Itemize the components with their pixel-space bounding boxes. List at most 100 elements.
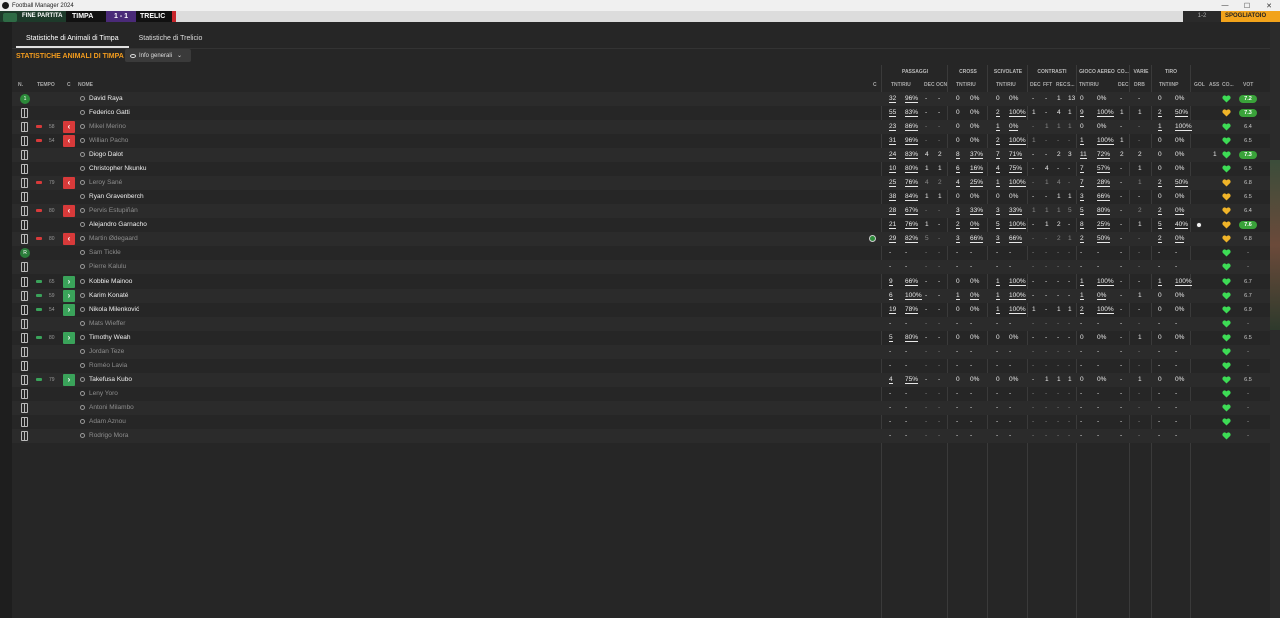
player-name[interactable]: Roméo Lavia — [89, 362, 127, 369]
table-row[interactable]: Rodrigo Mora - - - - - - - - - - - - - - - - - - - — [12, 428, 1270, 443]
player-info-icon[interactable] — [80, 390, 85, 396]
sub-in-arrow-icon[interactable]: › — [63, 303, 75, 316]
view-select[interactable]: Info generali ⌄ — [125, 49, 191, 62]
column-header-sciv_tnt[interactable]: TNT/RIU — [996, 82, 1016, 88]
table-row[interactable]: Adam Aznou - - - - - - - - - - - - - - - - - - - — [12, 415, 1270, 429]
column-header-drb[interactable]: DRB — [1134, 82, 1145, 88]
player-name[interactable]: Kobbie Mainoo — [89, 278, 132, 285]
player-info-icon[interactable] — [80, 320, 85, 326]
column-header-ass[interactable]: ASS — [1209, 82, 1219, 88]
player-name[interactable]: Timothy Weah — [89, 334, 131, 341]
table-row[interactable]: 65 › Kobbie Mainoo 9 66% - -0 0% 1 100% - - - -1 100% -… — [12, 275, 1270, 289]
player-info-icon[interactable] — [80, 166, 85, 172]
table-row[interactable]: Mats Wieffer - - - - - - - - - - - - - - - - - - - — [12, 316, 1270, 331]
table-row[interactable]: 79 ‹ Leroy Sané 25 76% 4 2 4 25% 1 100% -1 4-7 28% -1 2… — [12, 176, 1270, 191]
column-header-nome[interactable]: NOME — [78, 82, 93, 88]
table-row[interactable]: 54 › Nikola Milenković 19 78% - -0 0% 1 100% 1-1 1 2… — [12, 303, 1270, 317]
tab-away-stats[interactable]: Statistiche di Trelicio — [129, 32, 213, 48]
player-info-icon[interactable] — [80, 432, 85, 438]
table-row[interactable]: 1 David Raya 32 96% - -0 0% 0 0% - -1 13 0 0% - -0 0% 7.2 — [12, 92, 1270, 106]
player-name[interactable]: Diogo Dalot — [89, 151, 123, 158]
sub-out-arrow-icon[interactable]: ‹ — [63, 121, 75, 134]
player-info-icon[interactable] — [80, 404, 85, 410]
table-row[interactable]: Pierre Kalulu - - - - - - - - - - - - - - - - - - - — [12, 260, 1270, 275]
tab-home-stats[interactable]: Statistiche di Animali di Timpa — [16, 32, 129, 48]
player-info-icon[interactable] — [80, 418, 85, 424]
sub-out-arrow-icon[interactable]: ‹ — [63, 135, 75, 148]
column-header-tempo[interactable]: TEMPO — [37, 82, 55, 88]
sub-in-arrow-icon[interactable]: › — [63, 289, 75, 302]
player-name[interactable]: Rodrigo Mora — [89, 432, 128, 439]
player-info-icon[interactable] — [80, 124, 85, 130]
sub-out-arrow-icon[interactable]: ‹ — [63, 205, 75, 218]
player-name[interactable]: Ryan Gravenberch — [89, 193, 144, 200]
column-header-pass_tnt[interactable]: TNT/RIU — [891, 82, 911, 88]
player-name[interactable]: Adam Aznou — [89, 418, 126, 425]
column-header-cond[interactable]: CO... — [1222, 82, 1234, 88]
column-header-tiro_tnt[interactable]: TNT/INP — [1159, 82, 1178, 88]
table-row[interactable]: Christopher Nkunku 10 80% 1 1 6 16% 4 75% -4- -7 57… — [12, 162, 1270, 176]
player-name[interactable]: Sam Tickle — [89, 249, 121, 256]
table-row[interactable]: 79 › Takefusa Kubo 4 75% - -0 0% 0 0% -1 1 1 0 0% -1 0 0%… — [12, 372, 1270, 387]
player-info-icon[interactable] — [80, 348, 85, 354]
column-header-cross_tnt[interactable]: TNT/RIU — [956, 82, 976, 88]
minimize-button[interactable]: — — [1214, 2, 1236, 9]
column-header-gol[interactable]: GOL — [1194, 82, 1205, 88]
column-header-cont_dec[interactable]: DEC — [1030, 82, 1041, 88]
player-info-icon[interactable] — [80, 334, 85, 340]
home-team[interactable]: TIMPA — [66, 11, 106, 22]
player-info-icon[interactable] — [80, 278, 85, 284]
player-name[interactable]: Takefusa Kubo — [89, 376, 132, 383]
away-team[interactable]: TRELIC — [136, 11, 172, 22]
table-row[interactable]: Alejandro Garnacho 21 76% 1-2 0% 5 100% -1 2-8 25… — [12, 218, 1270, 232]
player-name[interactable]: Alejandro Garnacho — [89, 221, 147, 228]
player-name[interactable]: Antoni Milambo — [89, 404, 134, 411]
column-header-n[interactable]: N. — [18, 82, 23, 88]
table-row[interactable]: Leny Yoro - - - - - - - - - - - - - - - - - - - — [12, 387, 1270, 401]
player-name[interactable]: David Raya — [89, 95, 123, 102]
column-header-occ[interactable]: OCN — [936, 82, 947, 88]
player-name[interactable]: Karim Konaté — [89, 292, 128, 299]
column-header-vot[interactable]: VOT — [1243, 82, 1253, 88]
player-info-icon[interactable] — [80, 180, 85, 186]
column-header-c2[interactable]: C — [873, 82, 877, 88]
player-info-icon[interactable] — [80, 376, 85, 382]
table-row[interactable]: R Sam Tickle - - - - - - - - - - - - - - - - - - - — [12, 246, 1270, 260]
column-header-c[interactable]: C — [67, 82, 71, 88]
table-row[interactable]: 58 ‹ Mikel Merino 23 86% - -0 0% 1 0% -1 1 1 0 0% - -1 10… — [12, 120, 1270, 135]
table-row[interactable]: Federico Gatti 55 83% - -0 0% 2 100% 1-4 1 9 100% 1 1… — [12, 106, 1270, 120]
player-name[interactable]: Willian Pacho — [89, 137, 128, 144]
table-row[interactable]: 80 ‹ Pervis Estupiñán 28 67% - -3 33% 3 33% 1 1 1 5 5 8… — [12, 204, 1270, 219]
table-row[interactable]: 54 ‹ Willian Pacho 31 96% - -0 0% 2 100% 1- - -1 100%… — [12, 134, 1270, 148]
column-header-cont_rec[interactable]: REC — [1056, 82, 1067, 88]
table-row[interactable]: 80 ‹ Martin Ødegaard 29 82% 5-3 66% 3 66% - -2 1 2 50… — [12, 232, 1270, 247]
dressing-room-button[interactable]: SPOGLIATOIO — [1221, 11, 1280, 22]
sub-out-arrow-icon[interactable]: ‹ — [63, 233, 75, 246]
player-name[interactable]: Jordan Teze — [89, 348, 124, 355]
player-info-icon[interactable] — [80, 194, 85, 200]
column-header-cont_fft[interactable]: FFT — [1043, 82, 1052, 88]
table-row[interactable]: Ryan Gravenberch 38 84% 1 1 0 0% 0 0% - -1 1 3 66% - -0… — [12, 190, 1270, 204]
table-row[interactable]: 80 › Timothy Weah 5 80% - -0 0% 0 0% - - - -0 0% -1 0 0% 6… — [12, 331, 1270, 345]
table-row[interactable]: Diogo Dalot 24 83% 4 2 8 37% 7 71% - -2 3 11 72% 2 2 0 0%… — [12, 148, 1270, 163]
player-info-icon[interactable] — [80, 110, 85, 116]
player-info-icon[interactable] — [80, 208, 85, 214]
table-row[interactable]: Antoni Milambo - - - - - - - - - - - - - - - - - - - — [12, 400, 1270, 415]
player-name[interactable]: Pierre Kalulu — [89, 263, 126, 270]
player-info-icon[interactable] — [80, 306, 85, 312]
column-header-co_dec[interactable]: DEC — [1118, 82, 1129, 88]
player-name[interactable]: Nikola Milenković — [89, 306, 139, 313]
player-info-icon[interactable] — [80, 222, 85, 228]
table-row[interactable]: Jordan Teze - - - - - - - - - - - - - - - - - - - — [12, 344, 1270, 359]
player-info-icon[interactable] — [80, 236, 85, 242]
sub-out-arrow-icon[interactable]: ‹ — [63, 177, 75, 190]
player-name[interactable]: Leny Yoro — [89, 390, 118, 397]
player-name[interactable]: Martin Ødegaard — [89, 235, 138, 242]
player-info-icon[interactable] — [80, 264, 85, 270]
player-info-icon[interactable] — [80, 152, 85, 158]
maximize-button[interactable]: ☐ — [1236, 2, 1258, 10]
sub-in-arrow-icon[interactable]: › — [63, 373, 75, 386]
player-name[interactable]: Christopher Nkunku — [89, 165, 146, 172]
column-header-aereo_tnt[interactable]: TNT/RIU — [1079, 82, 1099, 88]
sub-in-arrow-icon[interactable]: › — [63, 275, 75, 288]
